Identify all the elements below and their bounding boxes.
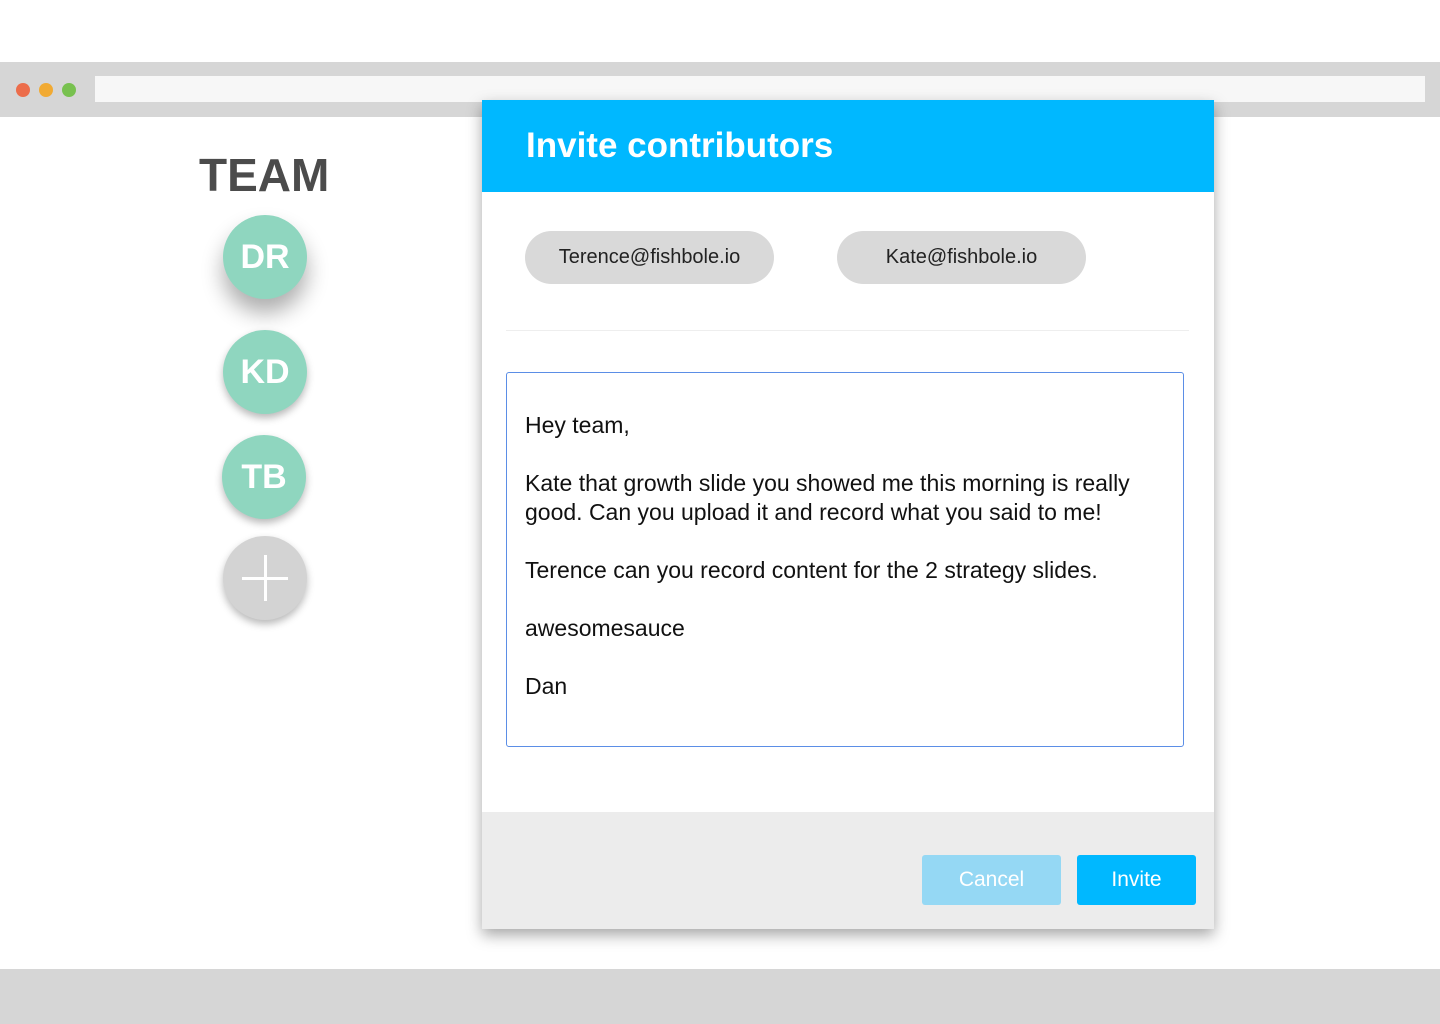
add-member-button[interactable] <box>223 536 307 620</box>
invite-modal: Invite contributors Terence@fishbole.io … <box>482 100 1214 929</box>
modal-footer: Cancel Invite <box>482 812 1214 929</box>
message-paragraph: Terence can you record content for the 2… <box>525 557 1098 583</box>
recipient-chip[interactable]: Kate@fishbole.io <box>837 231 1086 284</box>
avatar-initials: TB <box>241 457 287 496</box>
browser-bottom-bar <box>0 969 1440 1024</box>
recipient-email: Kate@fishbole.io <box>885 246 1038 268</box>
avatar-initials: KD <box>240 352 290 391</box>
modal-header: Invite contributors <box>482 100 1214 192</box>
message-paragraph: awesomesauce <box>525 615 685 641</box>
team-title: TEAM <box>199 149 330 201</box>
message-greeting: Hey team, <box>525 412 630 438</box>
maximize-dot-icon[interactable] <box>62 83 76 97</box>
modal-title: Invite contributors <box>526 126 834 165</box>
message-paragraph: Kate that growth slide you showed me thi… <box>525 470 1130 525</box>
cancel-button[interactable]: Cancel <box>922 855 1061 905</box>
divider <box>506 330 1189 331</box>
recipient-email: Terence@fishbole.io <box>558 246 741 268</box>
address-bar[interactable] <box>95 76 1425 102</box>
avatar-tb[interactable]: TB <box>222 435 306 519</box>
recipient-chip[interactable]: Terence@fishbole.io <box>525 231 774 284</box>
message-textarea[interactable]: Hey team, Kate that growth slide you sho… <box>506 372 1184 747</box>
avatar-kd[interactable]: KD <box>223 330 307 414</box>
avatar-dr[interactable]: DR <box>223 215 307 299</box>
minimize-dot-icon[interactable] <box>39 83 53 97</box>
message-signature: Dan <box>525 673 568 699</box>
avatar-initials: DR <box>240 237 290 276</box>
invite-button[interactable]: Invite <box>1077 855 1196 905</box>
page: TEAM DR KD TB Invite contributors Terenc… <box>0 0 1440 1024</box>
plus-icon <box>240 553 290 603</box>
close-dot-icon[interactable] <box>16 83 30 97</box>
